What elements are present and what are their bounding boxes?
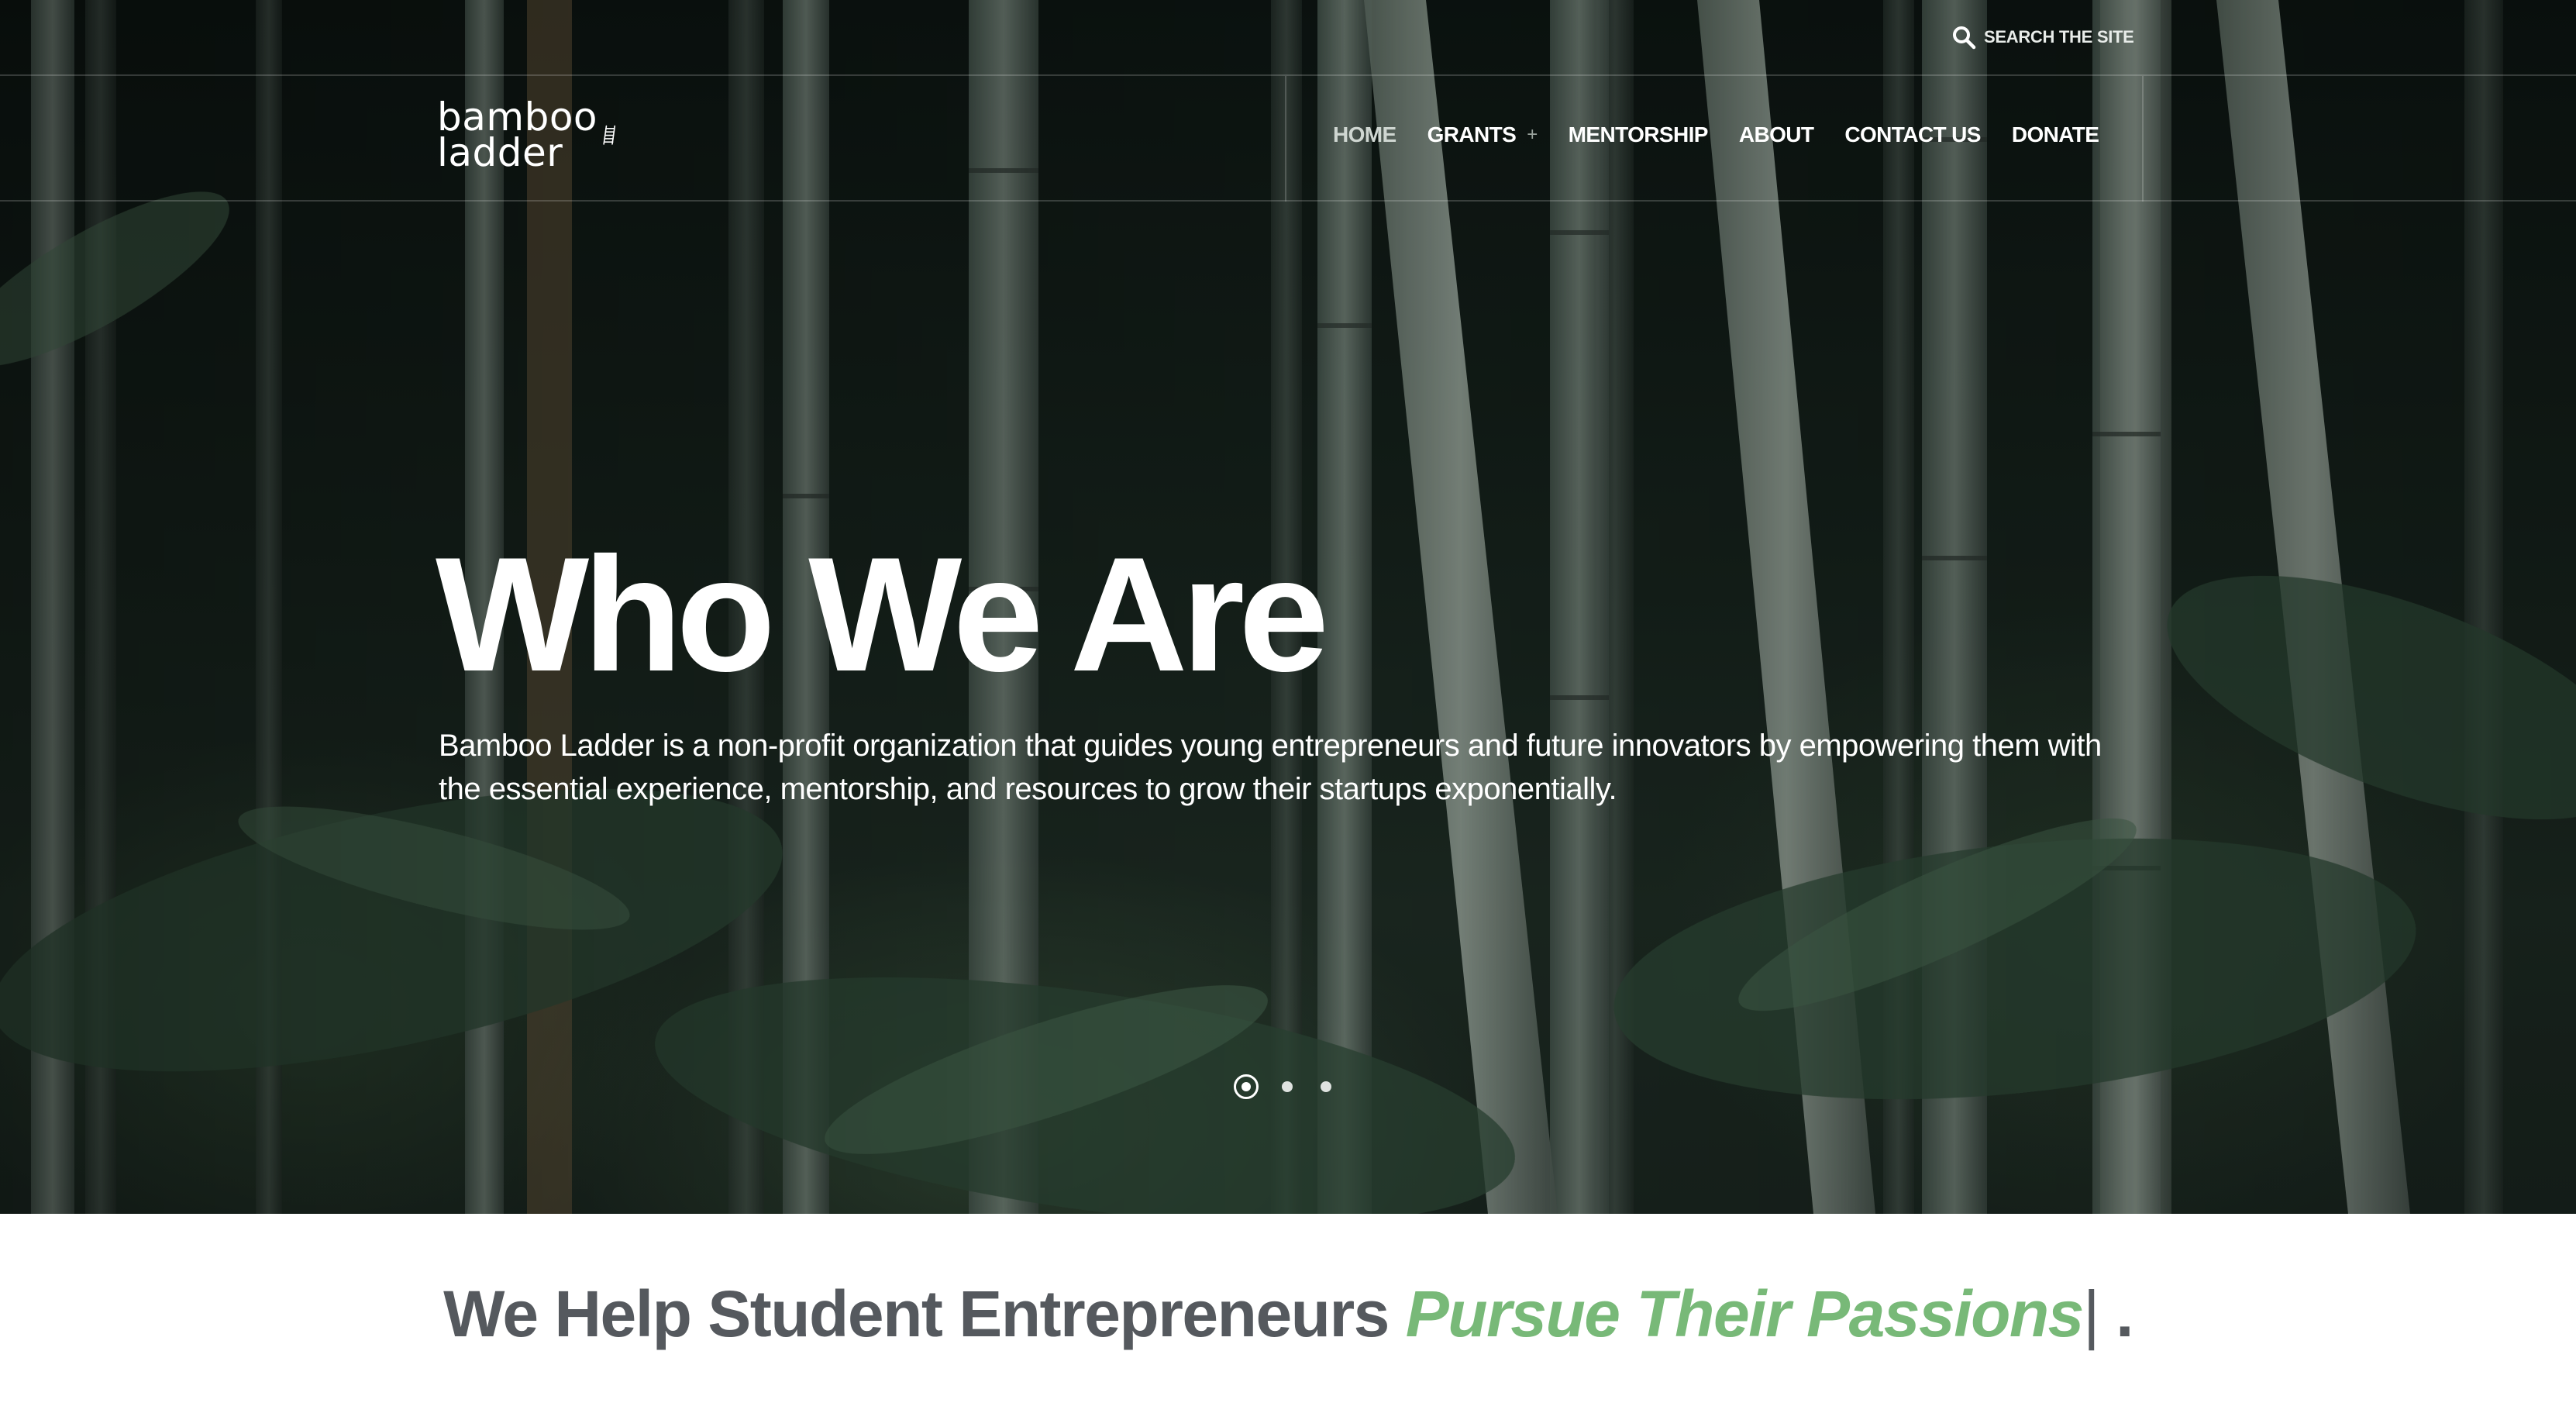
nav-item-grants[interactable]: GRANTS + bbox=[1427, 122, 1538, 147]
hero-description: Bamboo Ladder is a non-profit organizati… bbox=[439, 729, 2102, 806]
nav-menu: HOME GRANTS + MENTORSHIP ABOUT CONTACT U… bbox=[1285, 76, 2144, 202]
nav-item-about[interactable]: ABOUT bbox=[1739, 122, 1814, 147]
nav-item-home[interactable]: HOME bbox=[1333, 122, 1396, 147]
hero-title: Who We Are bbox=[436, 523, 1329, 705]
slide-dot-2[interactable] bbox=[1282, 1081, 1293, 1092]
nav-label-about: ABOUT bbox=[1738, 122, 1814, 146]
search-icon bbox=[1953, 26, 1976, 50]
slide-dot-3[interactable] bbox=[1321, 1081, 1331, 1092]
logo-wordmark: bamboo ladder bbox=[437, 98, 598, 175]
nav-label-grants: GRANTS bbox=[1427, 122, 1517, 146]
nav-label-mentorship: MENTORSHIP bbox=[1568, 122, 1709, 146]
logo-line-2: ladder bbox=[437, 130, 563, 175]
search-button[interactable]: SEARCH THE SITE bbox=[1951, 23, 2134, 51]
nav-item-mentorship[interactable]: MENTORSHIP bbox=[1568, 122, 1709, 147]
typing-cursor: | bbox=[2082, 1277, 2100, 1350]
tagline-heading: We Help Student Entrepreneurs Pursue The… bbox=[0, 1271, 2576, 1356]
search-label: SEARCH THE SITE bbox=[1984, 27, 2134, 47]
nav-label-home: HOME bbox=[1333, 122, 1396, 146]
site-logo[interactable]: bamboo ladder bbox=[437, 96, 617, 174]
ladder-icon bbox=[603, 125, 616, 145]
utility-bar: SEARCH THE SITE bbox=[0, 0, 2576, 76]
nav-item-donate[interactable]: DONATE bbox=[2012, 122, 2099, 147]
slide-dot-1[interactable] bbox=[1234, 1074, 1259, 1099]
nav-label-contact-us: CONTACT US bbox=[1844, 122, 1981, 146]
tagline-ending: . bbox=[2099, 1277, 2133, 1350]
nav-item-contact-us[interactable]: CONTACT US bbox=[1844, 122, 1981, 147]
hero-section: SEARCH THE SITE bamboo ladder HOME GRANT… bbox=[0, 0, 2576, 1214]
slider-pagination bbox=[1234, 1074, 1331, 1099]
main-navbar: bamboo ladder HOME GRANTS + MENTORSHIP A… bbox=[0, 76, 2576, 202]
nav-label-donate: DONATE bbox=[2011, 122, 2099, 146]
tagline-typed-text: Pursue Their Passions bbox=[1405, 1277, 2085, 1350]
tagline-static-text: We Help Student Entrepreneurs bbox=[443, 1277, 1406, 1350]
plus-icon[interactable]: + bbox=[1527, 124, 1538, 146]
